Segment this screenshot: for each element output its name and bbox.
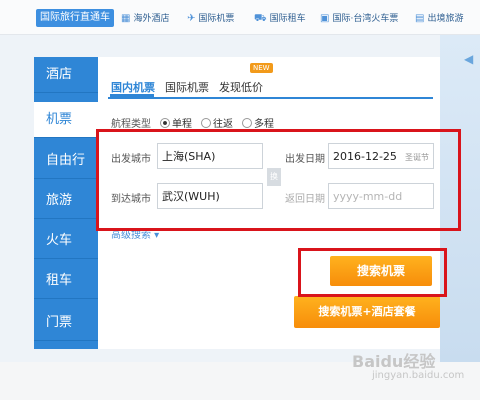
highlight-box-search xyxy=(298,248,447,297)
category-sidebar: 酒店 机票 自由行 旅游 火车 租车 门票 xyxy=(34,57,98,349)
plane-icon: ✈ xyxy=(187,13,196,24)
radio-empty-icon xyxy=(201,118,211,128)
tab-divider xyxy=(108,97,433,99)
car-icon: ⛟ xyxy=(254,13,267,24)
highlight-box-form xyxy=(96,129,461,231)
sidebar-item-flights[interactable]: 机票 xyxy=(34,102,98,138)
nav-outbound-travel[interactable]: ▤ 出境旅游 xyxy=(415,11,463,24)
sidebar-item-tickets[interactable]: 门票 xyxy=(34,305,98,341)
hotel-icon: ▦ xyxy=(121,13,131,24)
tab-discover-low-price[interactable]: 发现低价 xyxy=(219,79,263,95)
sidebar-item-tours[interactable]: 旅游 xyxy=(34,183,98,219)
sidebar-item-hotel[interactable]: 酒店 xyxy=(34,57,98,93)
new-badge: NEW xyxy=(250,63,273,73)
radio-round-trip[interactable]: 往返 xyxy=(201,115,233,130)
train-icon: ▣ xyxy=(320,13,330,24)
sidebar-item-train[interactable]: 火车 xyxy=(34,223,98,259)
radio-multi-city[interactable]: 多程 xyxy=(242,115,274,130)
trip-type-label: 航程类型 xyxy=(111,119,151,130)
sidebar-item-car-rental[interactable]: 租车 xyxy=(34,263,98,299)
search-flight-hotel-button[interactable]: 搜索机票+酒店套餐 xyxy=(294,296,440,328)
baidu-watermark-url: jingyan.baidu.com xyxy=(372,370,465,381)
intl-travel-badge[interactable]: 国际旅行直通车 xyxy=(36,9,114,27)
baidu-watermark: Baidu经验 xyxy=(352,352,436,371)
luggage-icon: ▤ xyxy=(415,13,425,24)
top-navigation-bar: 国际旅行直通车 ▦ 海外酒店 ✈ 国际机票 ⛟ 国际租车 ▣ 国际·台湾火车票 ▤ 出境旅… xyxy=(0,0,480,35)
radio-one-way[interactable]: 单程 xyxy=(160,115,192,130)
radio-empty-icon xyxy=(242,118,252,128)
nav-train-tickets[interactable]: ▣ 国际·台湾火车票 xyxy=(320,11,398,24)
tab-domestic-flights[interactable]: 国内机票 xyxy=(111,79,155,95)
scroll-arrow-icon[interactable]: ◀ xyxy=(464,52,473,66)
nav-overseas-hotel[interactable]: ▦ 海外酒店 xyxy=(121,11,169,24)
tab-international-flights[interactable]: 国际机票 xyxy=(165,79,209,95)
nav-intl-flight[interactable]: ✈ 国际机票 xyxy=(187,11,234,24)
nav-intl-car-rental[interactable]: ⛟ 国际租车 xyxy=(254,11,306,26)
sidebar-item-free-travel[interactable]: 自由行 xyxy=(34,143,98,179)
radio-selected-icon xyxy=(160,118,170,128)
